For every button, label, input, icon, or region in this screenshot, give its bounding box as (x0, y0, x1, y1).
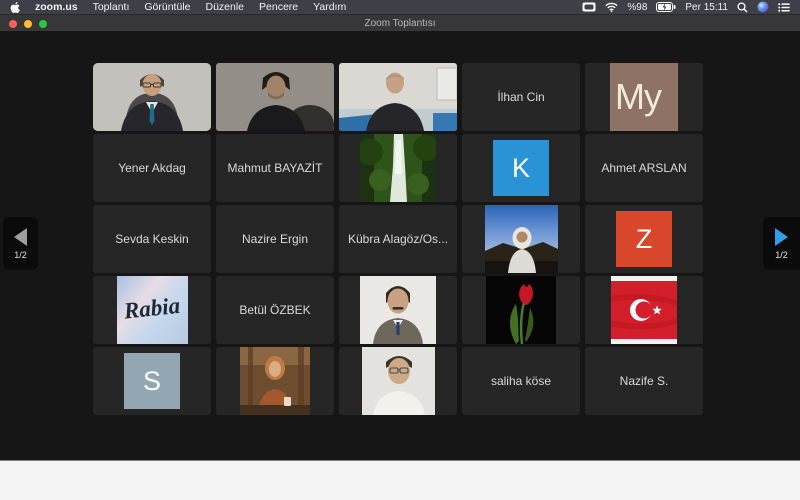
participant-tile[interactable]: Yener Akdag (93, 134, 211, 202)
participant-name-label: Mahmut BAYAZİT (228, 161, 323, 175)
participant-name-label: Kübra Alagöz/Os... (348, 232, 448, 246)
tulip-photo (486, 276, 556, 344)
participant-tile[interactable]: saliha köse (462, 347, 580, 415)
participant-name-label: saliha köse (491, 374, 551, 388)
close-window-button[interactable] (9, 20, 17, 28)
prev-page-arrow-icon (14, 228, 27, 246)
avatar-initial: S (143, 366, 161, 397)
participant-tile[interactable]: İlhan Cin (462, 63, 580, 131)
participant-tile[interactable]: Nazire Ergin (216, 205, 334, 273)
participant-tile[interactable] (462, 205, 580, 273)
avatar-initial: Z (636, 224, 653, 255)
minimize-window-button[interactable] (24, 20, 32, 28)
screen: zoom.us Toplantı Görüntüle Düzenle Pence… (0, 0, 800, 500)
avatar: K (493, 140, 549, 196)
waterfall-photo (360, 134, 436, 202)
glasses-man-portrait-photo (362, 347, 435, 415)
clock-label: Per 15:11 (685, 2, 728, 13)
participant-name-label: Yener Akdag (118, 161, 186, 175)
participant-tile[interactable] (462, 276, 580, 344)
participant-tile[interactable] (339, 276, 457, 344)
participant-name-label: İlhan Cin (497, 90, 544, 104)
menu-item-duzenle[interactable]: Düzenle (206, 1, 245, 13)
bald-man-classroom-video (339, 63, 457, 131)
participant-tile[interactable]: Z (585, 205, 703, 273)
window-title: Zoom Toplantısı (0, 18, 800, 29)
suit-man-video (93, 63, 211, 131)
participant-tile[interactable]: My (585, 63, 703, 131)
participant-tile[interactable]: S (93, 347, 211, 415)
battery-percent-label: %98 (627, 2, 647, 13)
participant-tile[interactable] (216, 63, 334, 131)
menu-item-toplanti[interactable]: Toplantı (93, 1, 130, 13)
participant-tile[interactable]: K (462, 134, 580, 202)
window-title-bar: Zoom Toplantısı (0, 14, 800, 31)
page-indicator: 1/2 (775, 250, 788, 260)
cafe-woman-portrait-photo (240, 347, 310, 415)
participant-tile[interactable]: Ahmet ARSLAN (585, 134, 703, 202)
participant-tile[interactable] (339, 347, 457, 415)
mustache-man-portrait-photo (360, 276, 436, 344)
photo-text: Rabia (123, 293, 182, 325)
previous-page-button[interactable]: 1/2 (3, 217, 38, 270)
siri-icon[interactable] (757, 1, 769, 13)
dark-jacket-man-video (216, 63, 334, 131)
menu-item-yardim[interactable]: Yardım (313, 1, 346, 13)
participant-tile[interactable]: Kübra Alagöz/Os... (339, 205, 457, 273)
participant-tile[interactable]: Betül ÖZBEK (216, 276, 334, 344)
next-page-button[interactable]: 1/2 (763, 217, 800, 270)
next-page-arrow-icon (775, 228, 788, 246)
participant-tile[interactable] (93, 63, 211, 131)
participant-tile[interactable] (339, 134, 457, 202)
menu-item-goruntule[interactable]: Görüntüle (144, 1, 190, 13)
rabia-calligraphy-image: Rabia (117, 276, 188, 344)
zoom-meeting-window: Zoom Toplantısı İlhan Cin My Yener Akdag Ma… (0, 14, 800, 461)
participant-tile[interactable] (339, 63, 457, 131)
page-indicator: 1/2 (14, 250, 27, 260)
avatar-initial: K (512, 153, 530, 184)
participant-name-label: Betül ÖZBEK (239, 303, 310, 317)
avatar: Z (616, 211, 672, 267)
participant-tile[interactable]: Rabia (93, 276, 211, 344)
participant-tile[interactable]: Mahmut BAYAZİT (216, 134, 334, 202)
menu-item-pencere[interactable]: Pencere (259, 1, 298, 13)
macos-menu-bar: zoom.us Toplantı Görüntüle Düzenle Pence… (0, 0, 800, 14)
participant-tile[interactable]: Nazife S. (585, 347, 703, 415)
my-logo-image: My (610, 63, 678, 131)
participant-tile[interactable] (216, 347, 334, 415)
participant-tile[interactable]: Sevda Keskin (93, 205, 211, 273)
photo-text: My (615, 76, 661, 118)
participant-name-label: Ahmet ARSLAN (601, 161, 686, 175)
participant-tile[interactable] (585, 276, 703, 344)
maximize-window-button[interactable] (39, 20, 47, 28)
headscarf-portrait-photo (485, 205, 558, 273)
participant-name-label: Nazife S. (620, 374, 669, 388)
menu-item-zoomus[interactable]: zoom.us (35, 1, 78, 13)
desktop-background (0, 462, 800, 500)
participant-name-label: Sevda Keskin (115, 232, 188, 246)
turkish-flag-image (611, 276, 677, 344)
wifi-icon[interactable] (605, 2, 618, 12)
apple-logo-icon[interactable] (10, 1, 21, 14)
video-icon[interactable] (582, 2, 596, 12)
participant-name-label: Nazire Ergin (242, 232, 308, 246)
gallery-view: İlhan Cin My Yener Akdag Mahmut BAYAZİT K Ahm… (0, 31, 800, 460)
list-icon[interactable] (778, 3, 790, 12)
participant-grid: İlhan Cin My Yener Akdag Mahmut BAYAZİT K Ahm… (93, 63, 703, 415)
battery-icon[interactable] (656, 2, 676, 12)
avatar: S (124, 353, 180, 409)
search-icon[interactable] (737, 2, 748, 13)
menu-status-area: %98 Per 15:11 (582, 1, 790, 13)
